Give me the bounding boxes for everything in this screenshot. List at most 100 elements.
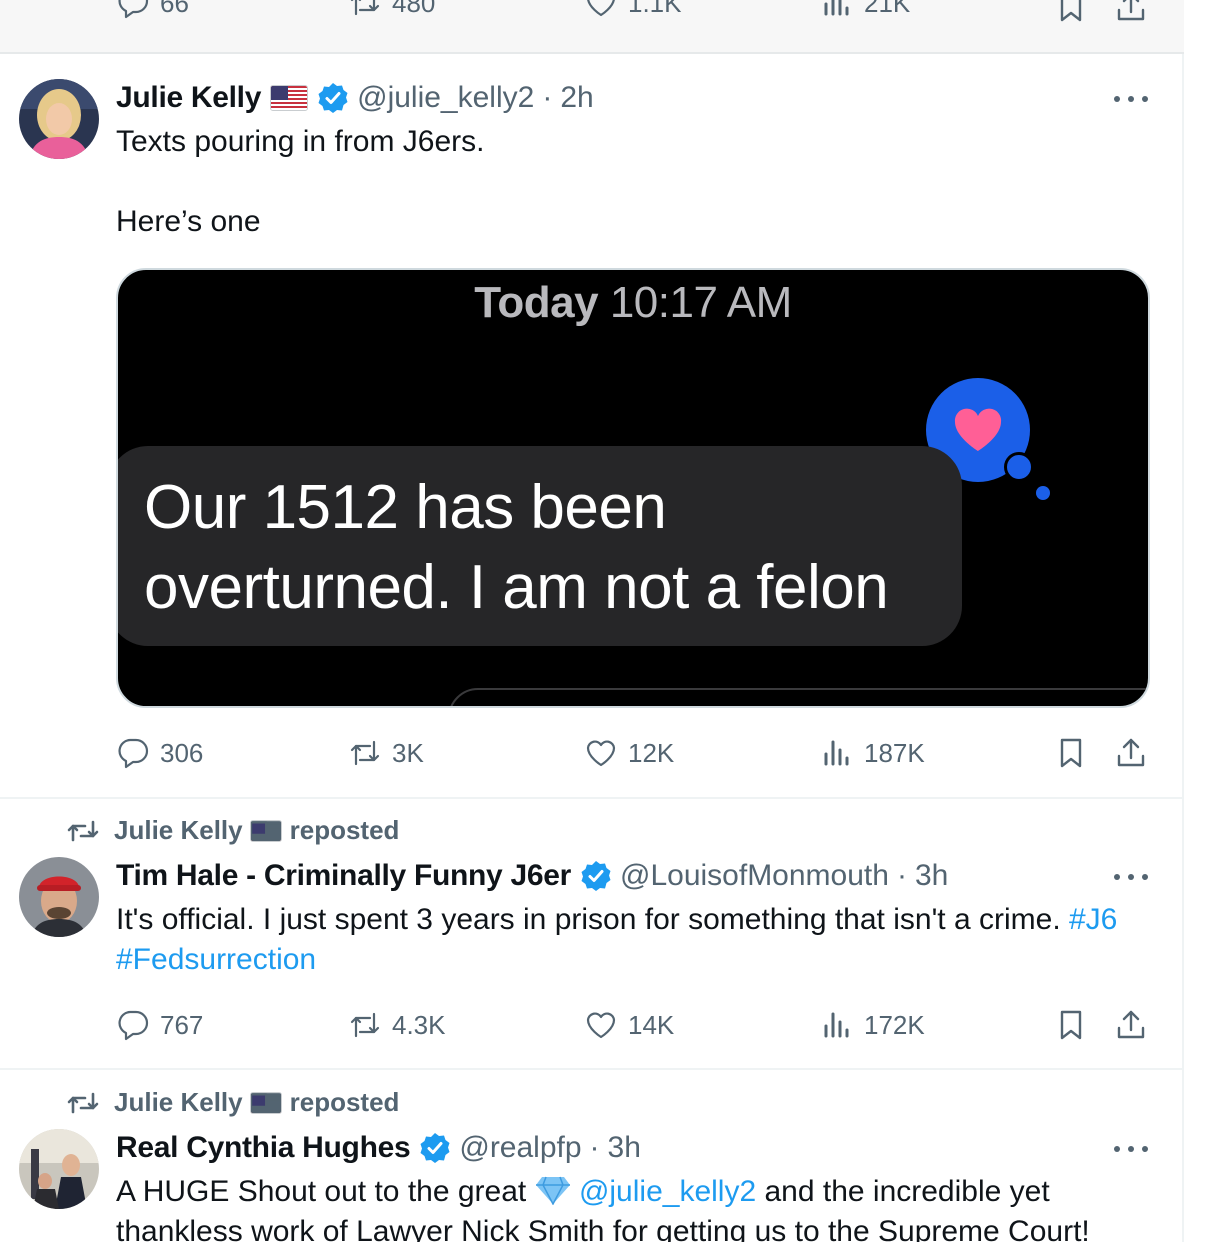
verified-badge-icon[interactable] bbox=[317, 82, 349, 114]
author-handle[interactable]: @julie_kelly2 bbox=[357, 81, 534, 115]
separator-dot: · bbox=[542, 81, 553, 114]
views-icon bbox=[824, 1012, 849, 1038]
reposter-name[interactable]: Julie Kelly bbox=[114, 815, 243, 846]
tweet-time[interactable]: 2h bbox=[560, 81, 593, 115]
views-icon bbox=[824, 0, 849, 16]
us-flag-icon bbox=[249, 819, 282, 842]
repost-count: 480 bbox=[392, 0, 436, 18]
repost-icon bbox=[67, 820, 99, 841]
hashtag-link[interactable]: #Fedsurrection bbox=[116, 943, 316, 976]
reply-button[interactable]: 767 bbox=[116, 1008, 203, 1042]
more-options-button[interactable] bbox=[1114, 1142, 1148, 1156]
separator-dot: · bbox=[896, 859, 907, 892]
tweet-media-image[interactable]: Today 10:17 AM Our 1512 has been overtur… bbox=[116, 268, 1150, 708]
repost-label: reposted bbox=[289, 1087, 400, 1117]
share-button[interactable] bbox=[1114, 1008, 1148, 1047]
share-button[interactable] bbox=[1114, 0, 1148, 29]
tweet-text-line: #Fedsurrection bbox=[116, 940, 316, 980]
repost-button[interactable]: 3K bbox=[348, 736, 424, 770]
bookmark-icon bbox=[1060, 738, 1082, 768]
heart-outline-icon bbox=[586, 740, 616, 767]
reply-button[interactable]: 66 bbox=[116, 0, 189, 20]
author-name[interactable]: Julie Kelly bbox=[116, 81, 261, 115]
separator-dot: · bbox=[589, 1131, 600, 1164]
tweet-text-line: Here’s one bbox=[116, 205, 261, 238]
repost-button[interactable]: 4.3K bbox=[348, 1008, 446, 1042]
reposter-name[interactable]: Julie Kelly bbox=[114, 1087, 243, 1118]
author-handle[interactable]: @realpfp bbox=[459, 1131, 581, 1165]
hashtag-link[interactable]: #J6 bbox=[1069, 903, 1117, 936]
like-count: 14K bbox=[628, 1009, 675, 1040]
tweet-time[interactable]: 3h bbox=[915, 859, 948, 893]
tweet-time[interactable]: 3h bbox=[608, 1131, 641, 1165]
reply-icon bbox=[118, 738, 149, 769]
avatar-cynthia-hughes[interactable] bbox=[19, 1129, 99, 1209]
tweet-divider bbox=[0, 1068, 1184, 1070]
author-name[interactable]: Real Cynthia Hughes bbox=[116, 1131, 411, 1165]
heart-outline-icon bbox=[586, 1012, 616, 1039]
repost-count: 4.3K bbox=[392, 1009, 446, 1040]
previous-tweet-action-bar: 66 480 1.1K 21K bbox=[0, 0, 1184, 54]
like-count: 1.1K bbox=[628, 0, 682, 18]
reply-icon bbox=[118, 0, 149, 19]
repost-icon bbox=[350, 1012, 380, 1038]
repost-icon bbox=[350, 740, 380, 766]
bookmark-button[interactable] bbox=[1054, 736, 1088, 775]
tweet-header: Tim Hale - Criminally Funny J6er @Louiso… bbox=[116, 856, 948, 896]
like-count: 12K bbox=[628, 737, 675, 768]
avatar-tim-hale[interactable] bbox=[19, 857, 99, 937]
share-icon bbox=[1117, 0, 1145, 21]
tweet-header: Julie Kelly @julie_kelly2 · 2h bbox=[116, 78, 594, 118]
author-handle[interactable]: @LouisofMonmouth bbox=[620, 859, 889, 893]
message-timestamp: Today 10:17 AM bbox=[474, 278, 792, 327]
like-button[interactable]: 14K bbox=[584, 1008, 674, 1042]
reply-count: 306 bbox=[160, 737, 204, 768]
tweet-text-line: thankless work of Lawyer Nick Smith for … bbox=[116, 1215, 1090, 1242]
heart-outline-icon bbox=[587, 0, 615, 17]
views-count: 187K bbox=[864, 737, 925, 768]
bookmark-icon bbox=[1060, 1010, 1082, 1040]
repost-button[interactable]: 480 bbox=[348, 0, 435, 20]
like-button[interactable]: 1.1K bbox=[584, 0, 682, 20]
bookmark-button[interactable] bbox=[1054, 1008, 1088, 1047]
tweet-text-line: Texts pouring in from J6ers. bbox=[116, 125, 485, 158]
views-button[interactable]: 187K bbox=[820, 736, 925, 770]
repost-context: Julie Kelly reposted bbox=[66, 1087, 399, 1118]
repost-icon bbox=[350, 0, 380, 16]
compose-field-edge bbox=[448, 688, 1148, 706]
reply-icon bbox=[118, 1010, 149, 1041]
reply-count: 767 bbox=[160, 1009, 204, 1040]
bookmark-button[interactable] bbox=[1054, 0, 1088, 29]
repost-count: 3K bbox=[392, 737, 424, 768]
message-line: overturned. I am not a felon bbox=[144, 553, 889, 622]
message-bubble: Our 1512 has been overturned. I am not a… bbox=[118, 446, 962, 646]
share-button[interactable] bbox=[1114, 736, 1148, 775]
repost-context: Julie Kelly reposted bbox=[66, 815, 399, 846]
us-flag-icon bbox=[270, 85, 309, 111]
views-button[interactable]: 21K bbox=[820, 0, 910, 20]
mention-link[interactable]: @julie_kelly2 bbox=[579, 1175, 756, 1208]
tweet-divider bbox=[0, 797, 1184, 799]
views-count: 21K bbox=[864, 0, 911, 18]
repost-label: reposted bbox=[289, 815, 400, 845]
views-count: 172K bbox=[864, 1009, 925, 1040]
tweet-text-line: A HUGE Shout out to the great @julie_kel… bbox=[116, 1175, 1050, 1208]
reply-button[interactable]: 306 bbox=[116, 736, 203, 770]
bookmark-icon bbox=[1060, 0, 1082, 22]
views-icon bbox=[824, 740, 849, 766]
more-options-button[interactable] bbox=[1114, 92, 1148, 106]
views-button[interactable]: 172K bbox=[820, 1008, 925, 1042]
gem-icon bbox=[535, 1176, 570, 1206]
more-options-button[interactable] bbox=[1114, 870, 1148, 884]
like-button[interactable]: 12K bbox=[584, 736, 674, 770]
message-line: Our 1512 has been bbox=[144, 473, 667, 542]
verified-badge-icon[interactable] bbox=[419, 1132, 451, 1164]
reply-count: 66 bbox=[160, 0, 189, 18]
tweet-text-line: It's official. I just spent 3 years in p… bbox=[116, 903, 1118, 936]
author-name[interactable]: Tim Hale - Criminally Funny J6er bbox=[116, 859, 571, 893]
avatar-julie-kelly[interactable] bbox=[19, 79, 99, 159]
tweet-header: Real Cynthia Hughes @realpfp · 3h bbox=[116, 1128, 641, 1168]
verified-badge-icon[interactable] bbox=[580, 860, 612, 892]
repost-icon bbox=[67, 1092, 99, 1113]
share-icon bbox=[1117, 1010, 1145, 1039]
